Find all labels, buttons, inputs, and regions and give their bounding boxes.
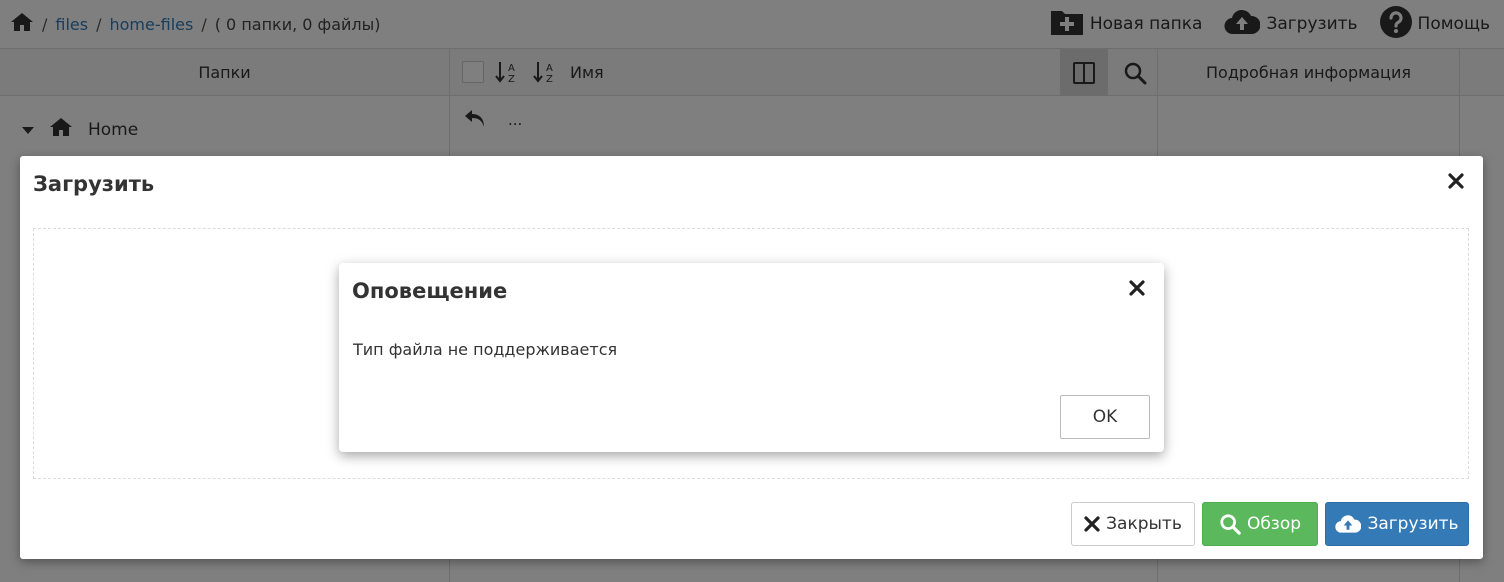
upload-modal-title: Загрузить bbox=[33, 172, 155, 196]
cloud-upload-icon bbox=[1335, 515, 1362, 533]
browse-button[interactable]: Обзор bbox=[1202, 502, 1318, 546]
search-icon bbox=[1220, 514, 1241, 535]
upload-button-label: Загрузить bbox=[1367, 514, 1459, 534]
close-icon bbox=[1448, 173, 1464, 189]
alert-ok-button[interactable]: OK bbox=[1060, 395, 1150, 439]
close-button-label: Закрыть bbox=[1106, 514, 1182, 534]
upload-button[interactable]: Загрузить bbox=[1325, 502, 1469, 546]
alert-title: Оповещение bbox=[352, 279, 508, 303]
close-icon bbox=[1084, 516, 1100, 532]
browse-button-label: Обзор bbox=[1246, 514, 1302, 534]
alert-message: Тип файла не поддерживается bbox=[353, 340, 618, 359]
alert-close-button[interactable] bbox=[1126, 277, 1148, 299]
close-button[interactable]: Закрыть bbox=[1071, 502, 1195, 546]
close-icon bbox=[1129, 280, 1145, 296]
upload-modal-close-button[interactable] bbox=[1445, 170, 1467, 192]
alert-dialog: Оповещение Тип файла не поддерживается O… bbox=[339, 263, 1164, 452]
